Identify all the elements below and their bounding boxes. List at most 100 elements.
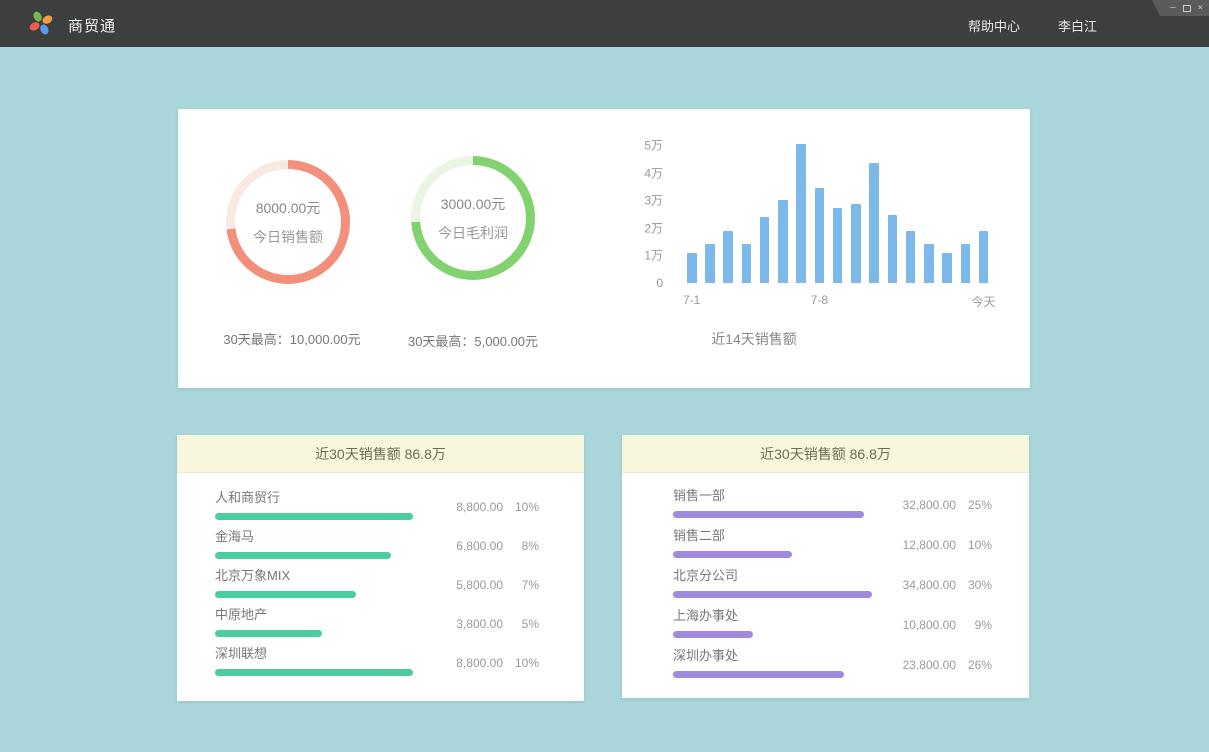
bar — [705, 244, 715, 283]
departments-card: 近30天销售额 86.8万 销售一部32,800.0025%销售二部12,800… — [622, 435, 1029, 698]
bar — [742, 244, 752, 283]
item-values: 8,800.0010% — [433, 500, 539, 514]
item-amount: 32,800.00 — [886, 498, 956, 512]
item-percent: 10% — [956, 538, 992, 552]
item-values: 23,800.0026% — [886, 658, 992, 672]
maximize-icon[interactable] — [1183, 5, 1191, 12]
item-percent: 7% — [503, 578, 539, 592]
item-percent: 9% — [956, 618, 992, 632]
y-axis-tick: 3万 — [644, 192, 663, 209]
x-axis-tick: 7-1 — [683, 293, 700, 307]
customers-list: 人和商贸行8,800.0010%金海马6,800.008%北京万象MIX5,80… — [177, 473, 584, 682]
x-axis-tick: 7-8 — [811, 293, 828, 307]
bar — [961, 244, 971, 283]
window-controls: — × — [1147, 0, 1209, 16]
item-bar — [673, 631, 753, 638]
item-bar — [673, 671, 844, 678]
chart-plot-area: 7-17-8今天 — [687, 145, 989, 283]
item-percent: 5% — [503, 617, 539, 631]
item-values: 3,800.005% — [433, 617, 539, 631]
y-axis-tick: 0 — [656, 276, 663, 290]
bar — [760, 217, 770, 283]
bar — [833, 208, 843, 283]
y-axis-tick: 2万 — [644, 219, 663, 236]
departments-list: 销售一部32,800.0025%销售二部12,800.0010%北京分公司34,… — [622, 473, 1029, 685]
item-percent: 30% — [956, 578, 992, 592]
item-percent: 10% — [503, 500, 539, 514]
bar — [979, 231, 989, 283]
departments-card-header: 近30天销售额 86.8万 — [622, 435, 1029, 473]
item-percent: 10% — [503, 656, 539, 670]
help-center-link[interactable]: 帮助中心 — [968, 16, 1020, 35]
bar — [869, 163, 879, 283]
x-axis-tick: 今天 — [972, 293, 996, 310]
bar — [778, 200, 788, 283]
title-bar: 商贸通 帮助中心 李白江 — × — [0, 0, 1209, 47]
item-bar — [215, 552, 391, 559]
today-profit-30day-max: 30天最高：5,000.00元 — [408, 331, 538, 350]
customers-card-header: 近30天销售额 86.8万 — [177, 435, 584, 473]
list-item: 销售一部32,800.0025% — [673, 485, 992, 525]
bar — [796, 144, 806, 283]
bar — [906, 231, 916, 283]
sales-bar-chart: 5万4万3万2万1万0 7-17-8今天 近14天销售额 — [603, 145, 1003, 375]
item-amount: 8,800.00 — [433, 656, 503, 670]
item-bar — [673, 551, 792, 558]
app-title: 商贸通 — [68, 15, 116, 36]
item-values: 5,800.007% — [433, 578, 539, 592]
list-item: 深圳联想8,800.0010% — [215, 643, 539, 682]
item-bar — [673, 511, 864, 518]
chart-y-axis: 5万4万3万2万1万0 — [603, 145, 663, 283]
item-amount: 34,800.00 — [886, 578, 956, 592]
chart-title: 近14天销售额 — [711, 329, 797, 349]
today-sales-label: 今日销售额 — [253, 227, 323, 247]
close-icon[interactable]: × — [1198, 4, 1203, 13]
item-bar — [673, 591, 872, 598]
bar — [888, 215, 898, 283]
item-percent: 8% — [503, 539, 539, 553]
summary-card: 8000.00元 今日销售额 30天最高：10,000.00元 3000.00元… — [178, 109, 1030, 388]
list-item: 金海马6,800.008% — [215, 526, 539, 565]
item-amount: 5,800.00 — [433, 578, 503, 592]
item-amount: 23,800.00 — [886, 658, 956, 672]
bar — [687, 253, 697, 283]
bar — [924, 244, 934, 283]
y-axis-tick: 5万 — [644, 137, 663, 154]
dashboard: 8000.00元 今日销售额 30天最高：10,000.00元 3000.00元… — [0, 47, 1209, 752]
item-amount: 10,800.00 — [886, 618, 956, 632]
list-item: 中原地产3,800.005% — [215, 604, 539, 643]
bar — [815, 188, 825, 283]
y-axis-tick: 1万 — [644, 247, 663, 264]
item-percent: 26% — [956, 658, 992, 672]
item-amount: 3,800.00 — [433, 617, 503, 631]
item-bar — [215, 591, 356, 598]
item-values: 34,800.0030% — [886, 578, 992, 592]
today-profit-label: 今日毛利润 — [438, 223, 508, 243]
today-sales-30day-max: 30天最高：10,000.00元 — [223, 329, 360, 348]
item-bar — [215, 513, 413, 520]
list-item: 北京分公司34,800.0030% — [673, 565, 992, 605]
item-amount: 8,800.00 — [433, 500, 503, 514]
item-values: 6,800.008% — [433, 539, 539, 553]
minimize-icon[interactable]: — — [1170, 4, 1175, 13]
item-values: 8,800.0010% — [433, 656, 539, 670]
list-item: 人和商贸行8,800.0010% — [215, 487, 539, 526]
today-sales-gauge: 8000.00元 今日销售额 — [226, 160, 350, 284]
item-values: 10,800.009% — [886, 618, 992, 632]
item-amount: 6,800.00 — [433, 539, 503, 553]
item-percent: 25% — [956, 498, 992, 512]
user-menu[interactable]: 李白江 — [1058, 16, 1097, 35]
item-bar — [215, 630, 322, 637]
app-logo-pinwheel-icon — [27, 9, 55, 37]
list-item: 销售二部12,800.0010% — [673, 525, 992, 565]
today-sales-value: 8000.00元 — [256, 198, 321, 218]
bar — [723, 231, 733, 283]
list-item: 北京万象MIX5,800.007% — [215, 565, 539, 604]
item-values: 32,800.0025% — [886, 498, 992, 512]
today-profit-value: 3000.00元 — [441, 194, 506, 214]
customers-card: 近30天销售额 86.8万 人和商贸行8,800.0010%金海马6,800.0… — [177, 435, 584, 701]
item-values: 12,800.0010% — [886, 538, 992, 552]
y-axis-tick: 4万 — [644, 164, 663, 181]
today-profit-gauge: 3000.00元 今日毛利润 — [411, 156, 535, 280]
item-amount: 12,800.00 — [886, 538, 956, 552]
